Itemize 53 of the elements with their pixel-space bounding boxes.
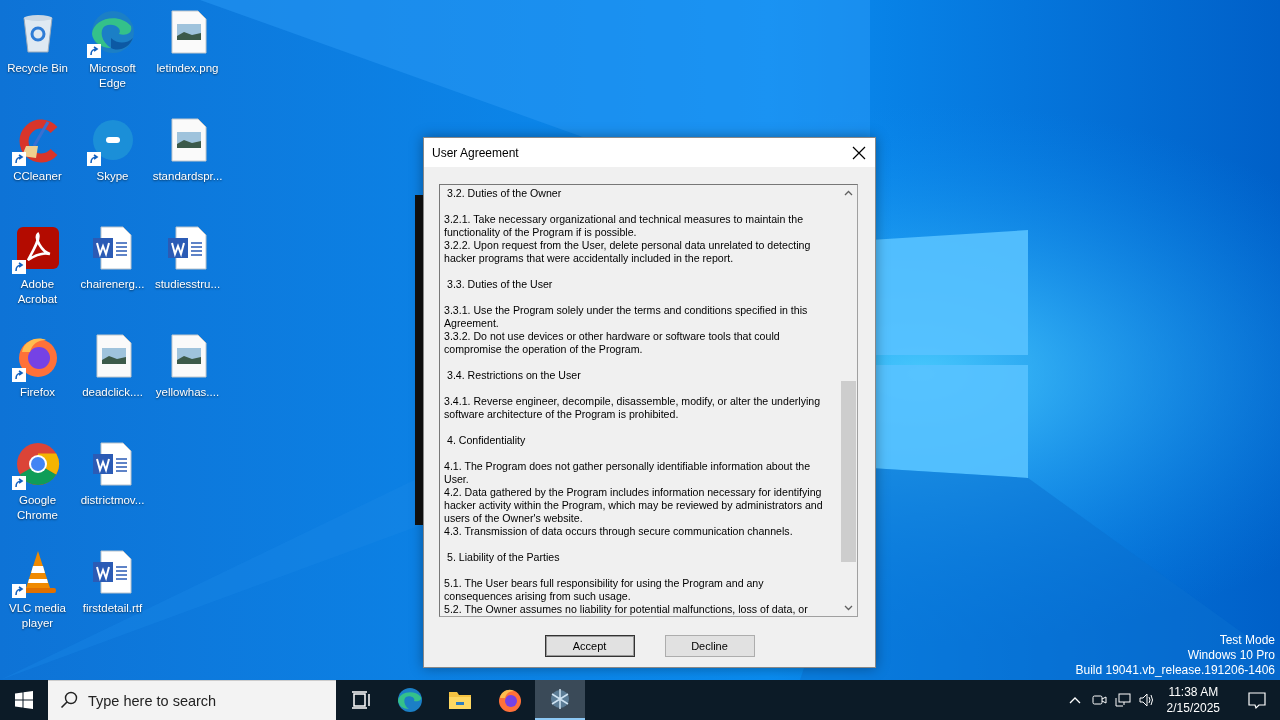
search-field[interactable]: Type here to search [48, 680, 336, 720]
camera-icon [1090, 692, 1107, 708]
desktop-icon-label[interactable]: Adobe Acrobat [0, 277, 75, 307]
swirl-logo-icon [397, 687, 423, 713]
speech-bubble-icon [1247, 690, 1267, 710]
desktop-icon-label[interactable]: letindex.png [150, 61, 225, 76]
desktop-icon-label[interactable]: Recycle Bin [0, 61, 75, 76]
section-heading: 3.2. Duties of the Owner [446, 187, 563, 200]
dialog-button[interactable]: Accept [544, 635, 635, 657]
desktop-notice: Test Mode [1219, 633, 1275, 648]
desktop-icon-label[interactable]: districtmov... [75, 493, 150, 508]
section-heading: 5. Liability of the Parties [446, 551, 561, 564]
desktop-icon-label[interactable]: VLC media player [0, 601, 75, 631]
desktop-icon-label[interactable]: chairenerg... [75, 277, 150, 292]
desktop-notice: Windows 10 Pro [1187, 648, 1275, 663]
dialog-button[interactable]: Decline [664, 635, 755, 657]
caret-icon [1068, 696, 1081, 704]
network-icon [1114, 692, 1131, 708]
clock-date[interactable]: 2/15/2025 [1166, 700, 1220, 716]
section-heading: 3.3. Duties of the User [446, 278, 554, 291]
agreement-paragraph: 3.3.1. Use the Program solely under the terms and conditions specified in this Agreement. [444, 304, 809, 330]
desktop-icon-label[interactable]: CCleaner [0, 169, 75, 184]
desktop-icon-label[interactable]: Google Chrome [0, 493, 75, 523]
desktop-icon-label[interactable]: Firefox [0, 385, 75, 400]
desktop-icon-label[interactable]: yellowhas.... [150, 385, 225, 400]
agreement-paragraph: 4.2. Data gathered by the Program includes information necessary for identifying hacker activity within the Program, which may be reviewed by administrators and users of the Owner's website. [444, 486, 824, 525]
desktop-icon-label[interactable]: deadclick.... [75, 385, 150, 400]
agreement-paragraph: 4.1. The Program does not gather personally identifiable information about the User. [444, 460, 812, 486]
agreement-paragraph: 4.3. Transmission of data occurs through secure communication channels. [444, 525, 794, 538]
taskbar-app-button[interactable] [535, 680, 585, 720]
agreement-paragraph: 3.2.1. Take necessary organizational and technical measures to maintain the functionality of the Program if is possible. [444, 213, 805, 239]
clock-time[interactable]: 11:38 AM [1168, 684, 1219, 700]
desktop-icon-label[interactable]: standardspr... [150, 169, 225, 184]
window-title: User Agreement [432, 145, 519, 160]
agreement-paragraph: 3.3.2. Do not use devices or other hardware or software tools that could compromise the operation of the Program. [444, 330, 781, 356]
desktop-icon-label[interactable]: Microsoft Edge [75, 61, 150, 91]
speaker-icon [1137, 692, 1156, 708]
agreement-paragraph: 5.1. The User bears full responsibility for using the Program and any consequences arising from such usage. [444, 577, 765, 603]
agreement-paragraph: 5.2. The Owner assumes no liability for potential malfunctions, loss of data, or [444, 603, 809, 616]
agreement-text-box[interactable] [439, 184, 858, 617]
search-icon [60, 691, 78, 709]
section-heading: 3.4. Restrictions on the User [446, 369, 582, 382]
desktop-icon-label[interactable]: Skype [75, 169, 150, 184]
agreement-paragraph: 3.2.2. Upon request from the User, delete personal data unrelated to detecting hacker programs that were accidentally included in the report. [444, 239, 812, 265]
desktop-notice: Build 19041.vb_release.191206-1406 [1075, 663, 1275, 678]
desktop-icon-label[interactable]: firstdetail.rtf [75, 601, 150, 616]
scroll-thumb[interactable] [841, 381, 856, 562]
close-icon [852, 145, 866, 160]
section-heading: 4. Confidentiality [446, 434, 527, 447]
windows-logo-icon [15, 691, 33, 709]
fox-logo-icon [497, 687, 523, 713]
agreement-paragraph: 3.4.1. Reverse engineer, decompile, disassemble, modify, or alter the underlying software architecture of the Program is prohibited. [444, 395, 822, 421]
desktop-icon-label[interactable]: studiesstru... [150, 277, 225, 292]
